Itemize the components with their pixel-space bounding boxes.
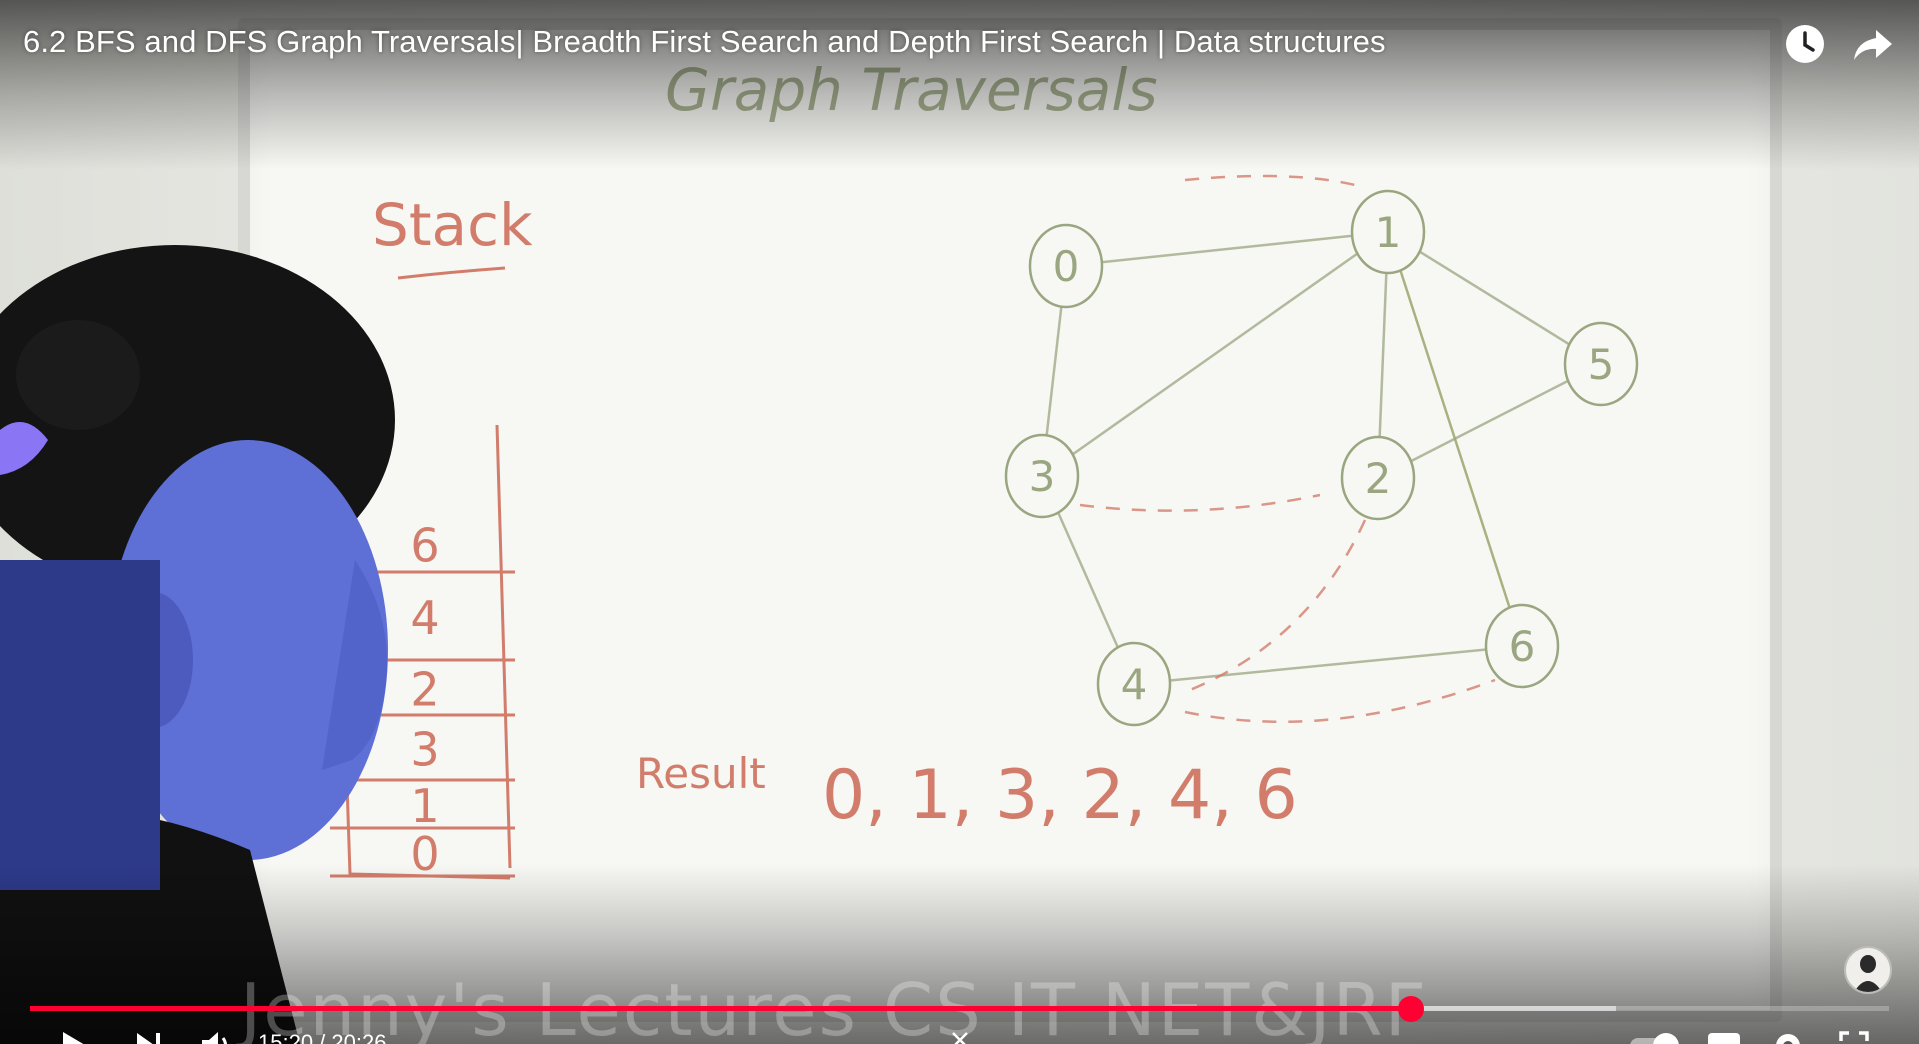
presenter bbox=[0, 245, 395, 1044]
volume-icon[interactable] bbox=[200, 1030, 234, 1044]
subtitles-icon[interactable] bbox=[1706, 1030, 1742, 1044]
time-display: 15:20 / 20:26 bbox=[258, 1030, 387, 1044]
autoplay-toggle-icon[interactable] bbox=[1628, 1030, 1688, 1044]
share-arrow-icon[interactable] bbox=[1850, 22, 1894, 66]
video-player[interactable]: Graph Traversals Stack 642310 Result 0, … bbox=[0, 0, 1919, 1044]
next-icon[interactable] bbox=[134, 1030, 164, 1044]
clock-icon[interactable] bbox=[1783, 22, 1827, 66]
fullscreen-icon[interactable] bbox=[1838, 1030, 1870, 1044]
channel-avatar[interactable] bbox=[1844, 946, 1892, 994]
gear-icon[interactable] bbox=[1772, 1030, 1804, 1044]
close-icon[interactable] bbox=[950, 1030, 970, 1044]
progress-bar[interactable] bbox=[30, 996, 1889, 1022]
play-icon[interactable] bbox=[58, 1030, 88, 1044]
progress-played bbox=[30, 1006, 1412, 1011]
video-title[interactable]: 6.2 BFS and DFS Graph Traversals| Breadt… bbox=[23, 24, 1386, 60]
